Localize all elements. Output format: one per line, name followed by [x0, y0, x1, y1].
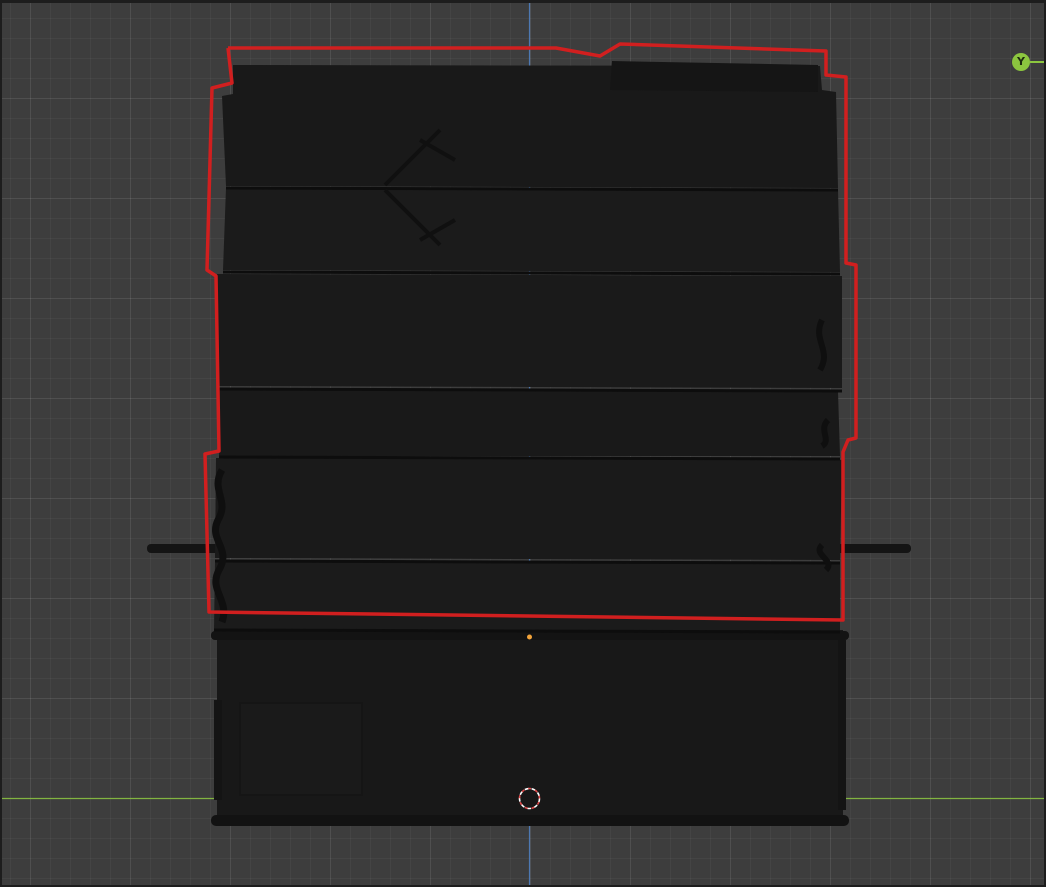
y-axis-gizmo-line — [1030, 61, 1046, 63]
plank-stack[interactable] — [212, 61, 843, 634]
plank-3 — [217, 274, 842, 388]
3d-viewport[interactable]: Y — [0, 0, 1046, 887]
viewport-scene[interactable] — [0, 0, 1046, 887]
y-axis-gizmo-label: Y — [1017, 55, 1025, 68]
base-block[interactable] — [211, 630, 849, 826]
plank-5 — [215, 458, 842, 560]
object-origin-point — [527, 634, 532, 640]
base-panel — [239, 702, 363, 796]
top-slat — [610, 61, 818, 92]
left-rod[interactable] — [147, 544, 227, 553]
y-axis-gizmo-icon[interactable]: Y — [1012, 53, 1030, 71]
plank-2 — [223, 188, 840, 272]
plank-4 — [218, 390, 840, 456]
